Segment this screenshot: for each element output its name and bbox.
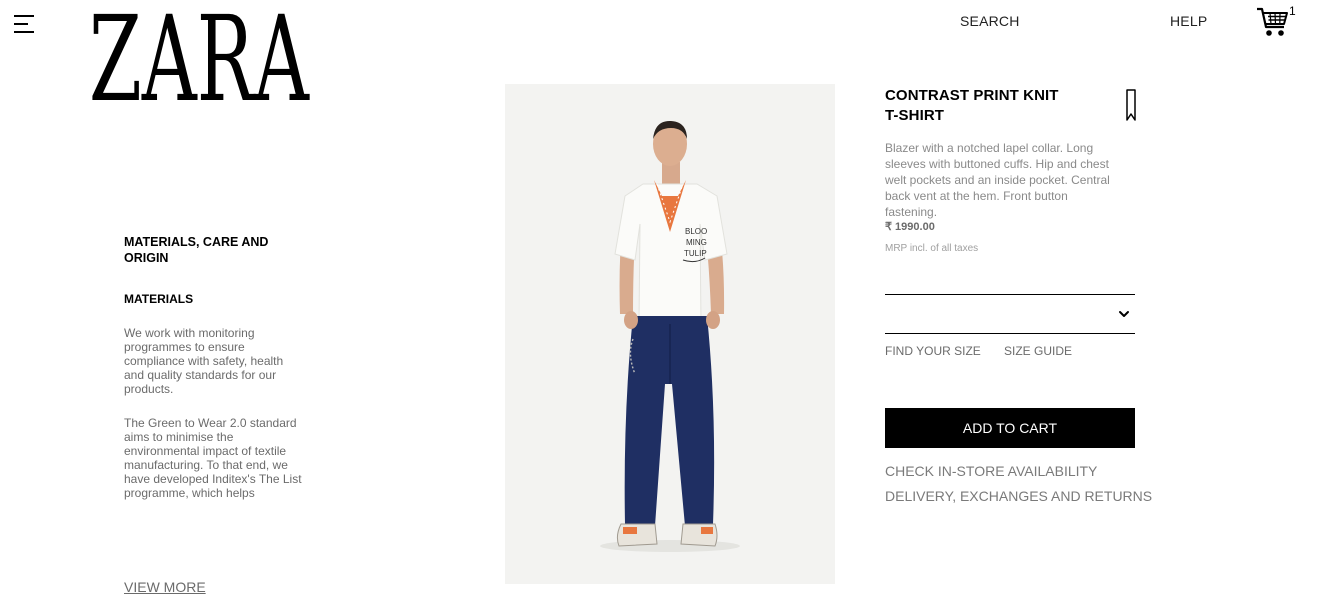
delivery-exchanges-returns-link[interactable]: DELIVERY, EXCHANGES AND RETURNS (885, 488, 1152, 504)
chevron-down-icon (1119, 311, 1129, 317)
zara-logo[interactable]: ZARA (88, 0, 310, 128)
product-description: Blazer with a notched lapel collar. Long… (885, 141, 1110, 219)
logo-text: ZARA (89, 2, 310, 106)
size-guide-link[interactable]: SIZE GUIDE (1004, 344, 1072, 358)
add-to-cart-button[interactable]: ADD TO CART (885, 408, 1135, 448)
shopping-cart-icon[interactable] (1256, 6, 1290, 38)
product-price: ₹ 1990.00 (885, 221, 935, 233)
materials-paragraph: The Green to Wear 2.0 standard aims to m… (124, 416, 302, 500)
cart-count-badge: 1 (1289, 4, 1296, 18)
bookmark-icon[interactable] (1124, 88, 1138, 122)
search-link[interactable]: SEARCH (960, 13, 1020, 29)
size-select-dropdown[interactable] (885, 294, 1135, 334)
tax-note: MRP incl. of all taxes (885, 243, 979, 254)
check-in-store-availability-link[interactable]: CHECK IN-STORE AVAILABILITY (885, 463, 1097, 479)
hamburger-menu-icon[interactable] (14, 14, 36, 34)
materials-care-origin-heading: MATERIALS, CARE AND ORIGIN (124, 235, 269, 265)
zara-logo-graphic: ZARA (89, 0, 310, 128)
product-title: CONTRAST PRINT KNIT T-SHIRT (885, 87, 1059, 124)
shirt-print-text: TULIP (684, 249, 707, 258)
shirt-print-text: MING (686, 238, 707, 247)
view-more-link[interactable]: VIEW MORE (124, 579, 206, 595)
model-photo: BLOO MING TULIP (505, 84, 835, 584)
bookmark-graphic (1126, 89, 1136, 121)
materials-paragraph: We work with monitoring programmes to en… (124, 326, 284, 396)
shirt-print-text: BLOO (685, 227, 707, 236)
find-your-size-link[interactable]: FIND YOUR SIZE (885, 344, 981, 358)
materials-subheading: MATERIALS (124, 292, 194, 306)
help-link[interactable]: HELP (1170, 13, 1207, 29)
cart-graphic (1257, 7, 1288, 36)
product-image[interactable]: BLOO MING TULIP (505, 84, 835, 584)
